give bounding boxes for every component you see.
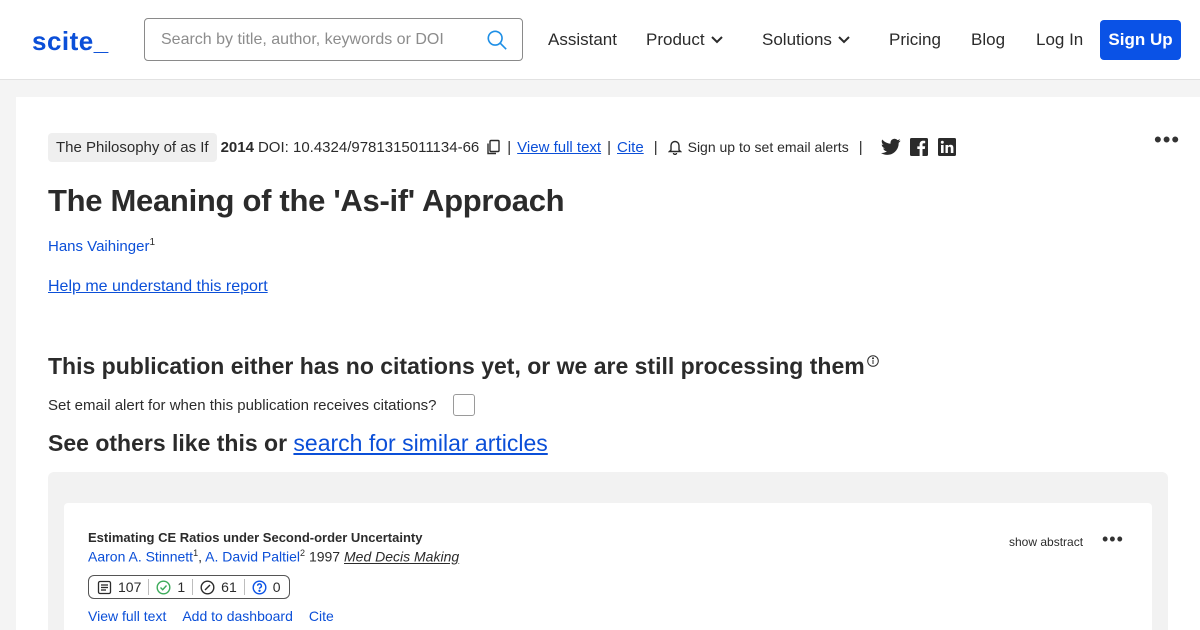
separator: | [607, 138, 612, 156]
paper-header-card: The Philosophy of as If 2014 DOI: 10.432… [16, 97, 1200, 323]
no-citations-heading: This publication either has no citations… [48, 353, 879, 380]
author-sup: 2 [300, 548, 306, 558]
more-options-icon[interactable]: ••• [1154, 127, 1180, 153]
search-similar-link[interactable]: search for similar articles [293, 430, 547, 456]
bell-icon[interactable] [667, 139, 682, 155]
help-understand-link[interactable]: Help me understand this report [48, 278, 268, 296]
signup-button[interactable]: Sign Up [1100, 20, 1181, 60]
cite-link[interactable]: Cite [617, 139, 644, 156]
nav-solutions[interactable]: Solutions [762, 30, 850, 50]
nav-pricing-label: Pricing [889, 30, 941, 49]
nav-product[interactable]: Product [646, 30, 723, 50]
result-year: 1997 [308, 548, 341, 565]
show-abstract-button[interactable]: show abstract [1009, 535, 1083, 549]
publication-year: 2014 [220, 138, 254, 156]
copy-icon[interactable] [485, 139, 501, 155]
citations-section: This publication either has no citations… [16, 323, 1200, 630]
nav-assistant[interactable]: Assistant [548, 30, 617, 50]
question-circle-icon [252, 579, 267, 595]
search-input[interactable] [161, 19, 471, 60]
doi-text: DOI: 10.4324/9781315011134-66 [257, 138, 480, 156]
nav-blog-label: Blog [971, 30, 1006, 49]
contrasting-count: 0 [272, 579, 281, 595]
journal-badge[interactable]: The Philosophy of as If [48, 132, 217, 162]
tally-contrasting: 0 [252, 579, 281, 595]
result-author[interactable]: A. David Paltiel [205, 549, 300, 565]
view-full-text-link[interactable]: View full text [517, 139, 601, 156]
paper-author[interactable]: Hans Vaihinger1 [48, 237, 155, 255]
email-alert-checkbox[interactable] [452, 394, 475, 416]
chevron-down-icon [710, 36, 723, 44]
paper-meta-row: The Philosophy of as If 2014 DOI: 10.432… [48, 132, 957, 162]
email-alert-label: Set email alert for when this publicatio… [48, 396, 437, 414]
document-icon [97, 580, 112, 594]
facebook-icon[interactable] [909, 138, 929, 156]
separator: | [858, 138, 863, 156]
more-options-icon[interactable]: ••• [1102, 529, 1124, 550]
nav-blog[interactable]: Blog [971, 30, 1005, 50]
result-journal[interactable]: Med Decis Making [344, 549, 459, 565]
chevron-down-icon [838, 36, 850, 44]
email-alerts-signup[interactable]: Sign up to set email alerts [688, 139, 849, 155]
result-actions: View full text Add to dashboard Cite [88, 608, 334, 624]
nav-solutions-label: Solutions [762, 30, 832, 49]
result-author[interactable]: Aaron A. Stinnett [88, 549, 193, 565]
cite-link[interactable]: Cite [309, 608, 334, 624]
top-navigation: scite_ Assistant Product Solutions Prici… [0, 0, 1200, 80]
paper-title: The Meaning of the 'As-if' Approach [48, 183, 565, 218]
twitter-icon[interactable] [880, 138, 901, 156]
nav-product-label: Product [646, 30, 705, 49]
result-authors: Aaron A. Stinnett1, A. David Paltiel2 19… [88, 548, 459, 565]
mentioning-count: 61 [221, 579, 237, 595]
see-others-text: See others like this or [48, 430, 294, 456]
search-box[interactable] [144, 18, 523, 61]
slash-circle-icon [200, 579, 215, 595]
result-card: Estimating CE Ratios under Second-order … [64, 503, 1152, 630]
citation-tally[interactable]: 107 1 61 0 [88, 575, 290, 599]
login-label: Log In [1036, 30, 1084, 49]
email-alert-row: Set email alert for when this publicatio… [48, 394, 475, 416]
similar-results-list: Estimating CE Ratios under Second-order … [48, 472, 1168, 630]
tally-supporting: 1 [156, 579, 185, 595]
author-sup: 1 [149, 237, 156, 248]
add-to-dashboard-link[interactable]: Add to dashboard [182, 608, 293, 624]
no-citations-text: This publication either has no citations… [48, 353, 865, 379]
tally-publications: 107 [97, 579, 141, 595]
nav-assistant-label: Assistant [548, 30, 617, 49]
author-name[interactable]: Hans Vaihinger [48, 238, 149, 255]
scite-logo[interactable]: scite_ [32, 26, 109, 57]
publications-count: 107 [118, 579, 142, 595]
see-others-heading: See others like this or search for simil… [48, 430, 548, 457]
separator: | [507, 138, 512, 156]
nav-pricing[interactable]: Pricing [889, 30, 941, 50]
login-link[interactable]: Log In [1036, 30, 1083, 50]
info-icon[interactable] [866, 355, 879, 367]
result-title[interactable]: Estimating CE Ratios under Second-order … [88, 530, 422, 545]
view-full-text-link[interactable]: View full text [88, 608, 166, 624]
search-icon[interactable] [486, 29, 508, 51]
tally-mentioning: 61 [200, 579, 237, 595]
separator: | [653, 138, 658, 156]
supporting-count: 1 [177, 579, 186, 595]
check-circle-icon [156, 579, 171, 595]
linkedin-icon[interactable] [937, 138, 957, 156]
